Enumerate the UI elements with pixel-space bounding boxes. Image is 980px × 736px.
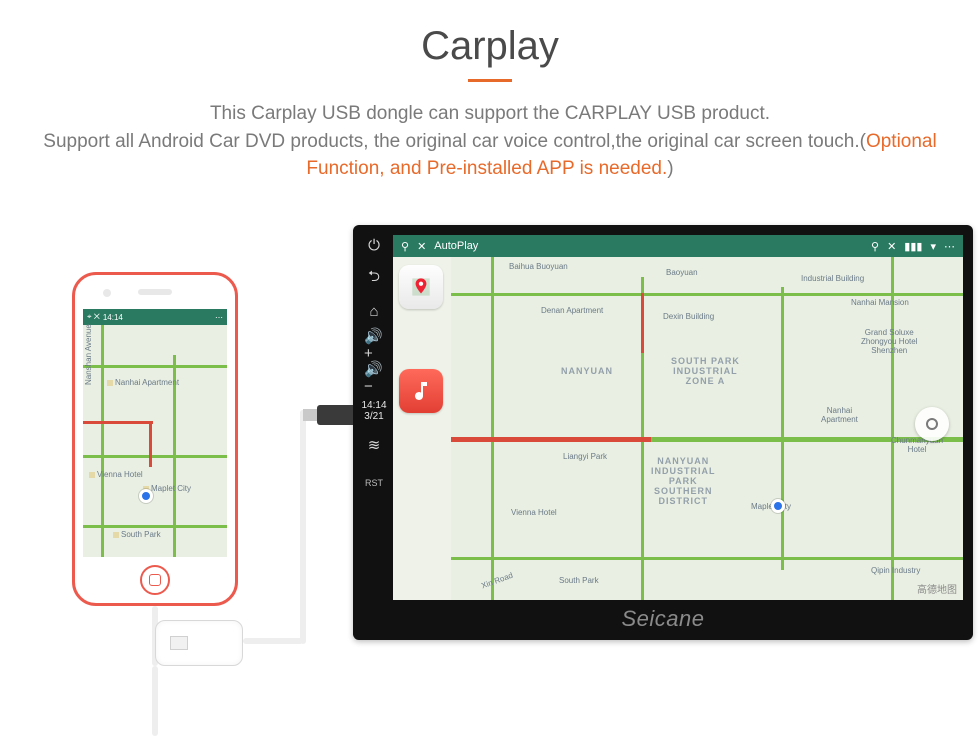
location-icon: ⚲ (401, 240, 409, 253)
location-icon: ⚲ (871, 240, 879, 253)
desc-line-2a: Support all Android Car DVD products, th… (43, 131, 866, 152)
current-location-dot (139, 489, 153, 503)
poi-label: Liangyi Park (563, 453, 607, 462)
poi-label: Qipin Industry (871, 567, 920, 576)
poi-label: Baihua Buoyuan (509, 263, 568, 272)
mute-icon: ✕ (417, 240, 426, 253)
poi-label: Dexin Building (663, 313, 714, 322)
poi-label: Grand Soluxe Zhongyou Hotel Shenzhen (861, 329, 917, 355)
brand-label: Seicane (621, 606, 704, 632)
usb-cable (243, 638, 303, 644)
maps-app-icon[interactable] (399, 265, 443, 309)
road (491, 257, 494, 600)
reset-label[interactable]: RST (365, 478, 383, 488)
road-congested (451, 437, 651, 442)
back-button[interactable]: ⮌ (364, 268, 384, 288)
phone-status-time: 14:14 (103, 313, 123, 322)
title-divider (468, 79, 512, 82)
music-note-icon (409, 379, 433, 403)
app-name: AutoPlay (434, 240, 478, 252)
unit-status-bar: ⚲ ✕ AutoPlay ⚲ ✕ ▮▮▮ ▾ ⋯ (393, 235, 963, 257)
carplay-dongle (155, 620, 243, 666)
recenter-icon (926, 418, 938, 430)
road (83, 455, 227, 458)
area-label: SOUTH PARK INDUSTRIAL ZONE A (671, 357, 740, 387)
area-label: NANYUAN (561, 367, 613, 377)
phone-map-bg (83, 325, 227, 557)
header: Carplay This Carplay USB dongle can supp… (0, 0, 980, 183)
usb-plug (317, 405, 353, 425)
mute-icon: ✕ (887, 240, 896, 253)
lightning-cable (152, 666, 158, 736)
poi-label: Industrial Building (801, 275, 864, 284)
poi-label: Nanhai Apartment (107, 379, 179, 387)
road (891, 257, 894, 600)
signal-icon: ▮▮▮ (904, 240, 922, 253)
map-pin-icon (408, 274, 434, 300)
phone-status-bar: ⌖ ✕ 14:14 ⋯ (83, 309, 227, 325)
phone-status-left-icons: ⌖ ✕ (87, 312, 100, 322)
phone-map[interactable]: Nanshan Avenue Nanhai Apartment Vienna H… (83, 325, 227, 557)
desc-line-2b: ) (667, 158, 673, 179)
power-button[interactable]: ⏻ (364, 235, 384, 255)
poi-label: Vienna Hotel (89, 471, 143, 479)
road (101, 325, 104, 557)
phone-camera (103, 289, 111, 297)
area-label: NANYUAN INDUSTRIAL PARK SOUTHERN DISTRIC… (651, 457, 716, 506)
volume-down-button[interactable]: 🔊− (364, 367, 384, 387)
recenter-button[interactable] (915, 407, 949, 441)
page-title: Carplay (0, 24, 980, 69)
desc-line-1: This Carplay USB dongle can support the … (210, 103, 770, 124)
more-icon[interactable]: ⋯ (944, 240, 955, 253)
road-congested (149, 421, 152, 467)
music-app-icon[interactable] (399, 369, 443, 413)
unit-display: ⚲ ✕ AutoPlay ⚲ ✕ ▮▮▮ ▾ ⋯ (393, 235, 963, 600)
unit-hw-buttons: ⏻ ⮌ ⌂ 🔊+ 🔊− 14:14 3/21 ≋ RST (359, 235, 389, 600)
poi-label: Denan Apartment (541, 307, 603, 316)
road (451, 293, 963, 296)
home-button[interactable]: ⌂ (364, 301, 384, 321)
street-label: Nanshan Avenue (85, 324, 94, 385)
road (451, 557, 963, 560)
wifi-icon: ≋ (364, 435, 384, 455)
head-unit: ⏻ ⮌ ⌂ 🔊+ 🔊− 14:14 3/21 ≋ RST ⚲ ✕ AutoPla… (353, 225, 973, 640)
unit-map-bg (451, 257, 963, 600)
poi-label: South Park (559, 577, 599, 586)
phone-speaker (138, 289, 172, 295)
description: This Carplay USB dongle can support the … (30, 100, 950, 183)
phone-screen: ⌖ ✕ 14:14 ⋯ Nanshan Avenue Nanhai Apartm… (83, 309, 227, 557)
map-attribution: 高德地图 (917, 581, 957, 596)
road (83, 525, 227, 528)
road (83, 365, 227, 368)
poi-label: Vienna Hotel (511, 509, 557, 518)
road (781, 287, 784, 570)
dongle-usb-port (170, 636, 188, 650)
poi-label: Nanhai Apartment (821, 407, 858, 425)
road-congested (83, 421, 153, 424)
unit-map[interactable]: NANYUAN SOUTH PARK INDUSTRIAL ZONE A NAN… (451, 257, 963, 600)
phone-home-button[interactable] (140, 565, 170, 595)
volume-up-button[interactable]: 🔊+ (364, 334, 384, 354)
clock-display: 14:14 3/21 (361, 400, 386, 422)
usb-cable (300, 410, 306, 644)
phone-mockup: ⌖ ✕ 14:14 ⋯ Nanshan Avenue Nanhai Apartm… (72, 272, 238, 606)
phone-status-right-icons: ⋯ (215, 313, 223, 322)
caret-down-icon[interactable]: ▾ (930, 240, 936, 253)
poi-label: South Park (113, 531, 161, 539)
poi-label: Nanhai Mansion (851, 299, 909, 308)
poi-label: Baoyuan (666, 269, 698, 278)
carplay-app-dock (399, 265, 445, 413)
road-congested (641, 293, 644, 353)
current-location-dot (771, 499, 785, 513)
